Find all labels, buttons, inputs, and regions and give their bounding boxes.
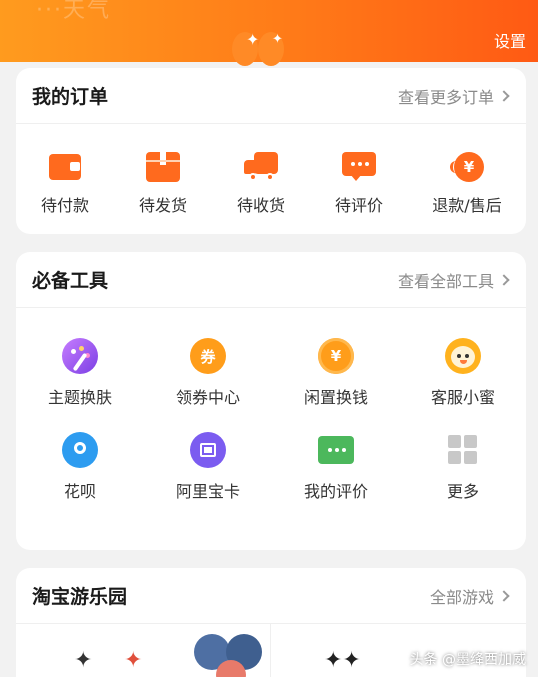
- order-label: 待收货: [236, 196, 285, 215]
- order-label: 待评价: [334, 196, 383, 215]
- tools-title: 必备工具: [32, 270, 109, 292]
- order-pending-payment[interactable]: 待付款: [16, 152, 114, 216]
- watermark-text: 头条 @墨绛西加威: [409, 652, 526, 668]
- refund-icon: ¥: [450, 152, 484, 182]
- sparkle-icon-small: ✦: [272, 32, 283, 47]
- tool-label: 阿里宝卡: [175, 482, 240, 501]
- tool-label: 我的评价: [303, 482, 368, 501]
- view-more-orders-label: 查看更多订单: [397, 87, 494, 107]
- tool-customer-service[interactable]: 客服小蜜: [400, 338, 526, 408]
- view-all-tools-link[interactable]: 查看全部工具: [397, 268, 510, 292]
- wallet-icon: [48, 152, 82, 182]
- sparkle-icon: ✦: [124, 648, 143, 673]
- park-title: 淘宝游乐园: [32, 586, 128, 608]
- tool-huabei[interactable]: 花呗: [16, 432, 144, 502]
- sparkle-icon: ✦✦: [324, 648, 361, 673]
- sparkle-icon: ✦: [246, 30, 260, 49]
- all-games-label: 全部游戏: [429, 587, 494, 607]
- tools-card: 必备工具 查看全部工具 主题换肤 券 领券中心 ¥ 闲置换钱 客服小蜜 花呗 阿…: [16, 252, 526, 550]
- tool-ali-card[interactable]: 阿里宝卡: [144, 432, 272, 502]
- tool-more[interactable]: 更多: [400, 432, 526, 502]
- tools-header: 必备工具 查看全部工具: [16, 252, 526, 308]
- all-games-link[interactable]: 全部游戏: [429, 584, 510, 608]
- orders-card: 我的订单 查看更多订单 待付款 待发货 待收货 待评价 ¥ 退款/售后: [16, 68, 526, 234]
- order-to-receive[interactable]: 待收货: [212, 152, 310, 216]
- order-label: 退款/售后: [432, 196, 502, 215]
- yen-coin-icon: ¥: [318, 338, 354, 374]
- truck-icon: [244, 152, 278, 182]
- comment-icon: [342, 152, 376, 182]
- huabei-icon: [62, 432, 98, 468]
- yen-glyph: ¥: [330, 347, 342, 365]
- park-header: 淘宝游乐园 全部游戏: [16, 568, 526, 624]
- tools-row-2: 花呗 阿里宝卡 我的评价 更多: [16, 408, 526, 502]
- view-more-orders-link[interactable]: 查看更多订单: [397, 84, 510, 108]
- header-faded-text: ···天气: [36, 0, 111, 23]
- order-refund-aftersale[interactable]: ¥ 退款/售后: [408, 152, 526, 216]
- top-header: ···天气 ✦ ✦ 设置: [0, 0, 538, 66]
- order-label: 待发货: [138, 196, 187, 215]
- grid-more-icon: [445, 432, 481, 468]
- settings-button[interactable]: 设置: [494, 28, 526, 52]
- tool-label: 闲置换钱: [303, 388, 368, 407]
- tool-label: 主题换肤: [47, 388, 112, 407]
- palette-icon: [62, 338, 98, 374]
- chevron-right-icon: [498, 589, 510, 602]
- package-icon: [146, 152, 180, 182]
- orders-title: 我的订单: [32, 86, 109, 108]
- tool-my-reviews[interactable]: 我的评价: [272, 432, 400, 502]
- review-icon: [318, 436, 354, 464]
- order-to-ship[interactable]: 待发货: [114, 152, 212, 216]
- sparkle-icon: ✦: [74, 648, 93, 673]
- tool-coupon-center[interactable]: 券 领券中心: [144, 338, 272, 408]
- chevron-right-icon: [498, 89, 510, 102]
- tool-theme-skin[interactable]: 主题换肤: [16, 338, 144, 408]
- tools-row-1: 主题换肤 券 领券中心 ¥ 闲置换钱 客服小蜜: [16, 308, 526, 408]
- tool-label: 更多: [446, 482, 479, 501]
- order-to-review[interactable]: 待评价: [310, 152, 408, 216]
- coupon-glyph: 券: [200, 347, 216, 366]
- order-label: 待付款: [40, 196, 89, 215]
- view-all-tools-label: 查看全部工具: [397, 271, 494, 291]
- tool-label: 花呗: [63, 482, 96, 501]
- orders-header: 我的订单 查看更多订单: [16, 68, 526, 124]
- sim-card-icon: [190, 432, 226, 468]
- tool-label: 客服小蜜: [430, 388, 495, 407]
- bee-mascot-icon: [445, 338, 481, 374]
- divider: [270, 624, 271, 677]
- chevron-right-icon: [498, 273, 510, 286]
- tool-idle-sell[interactable]: ¥ 闲置换钱: [272, 338, 400, 408]
- orders-row: 待付款 待发货 待收货 待评价 ¥ 退款/售后: [16, 124, 526, 216]
- coupon-icon: 券: [190, 338, 226, 374]
- tool-label: 领券中心: [175, 388, 240, 407]
